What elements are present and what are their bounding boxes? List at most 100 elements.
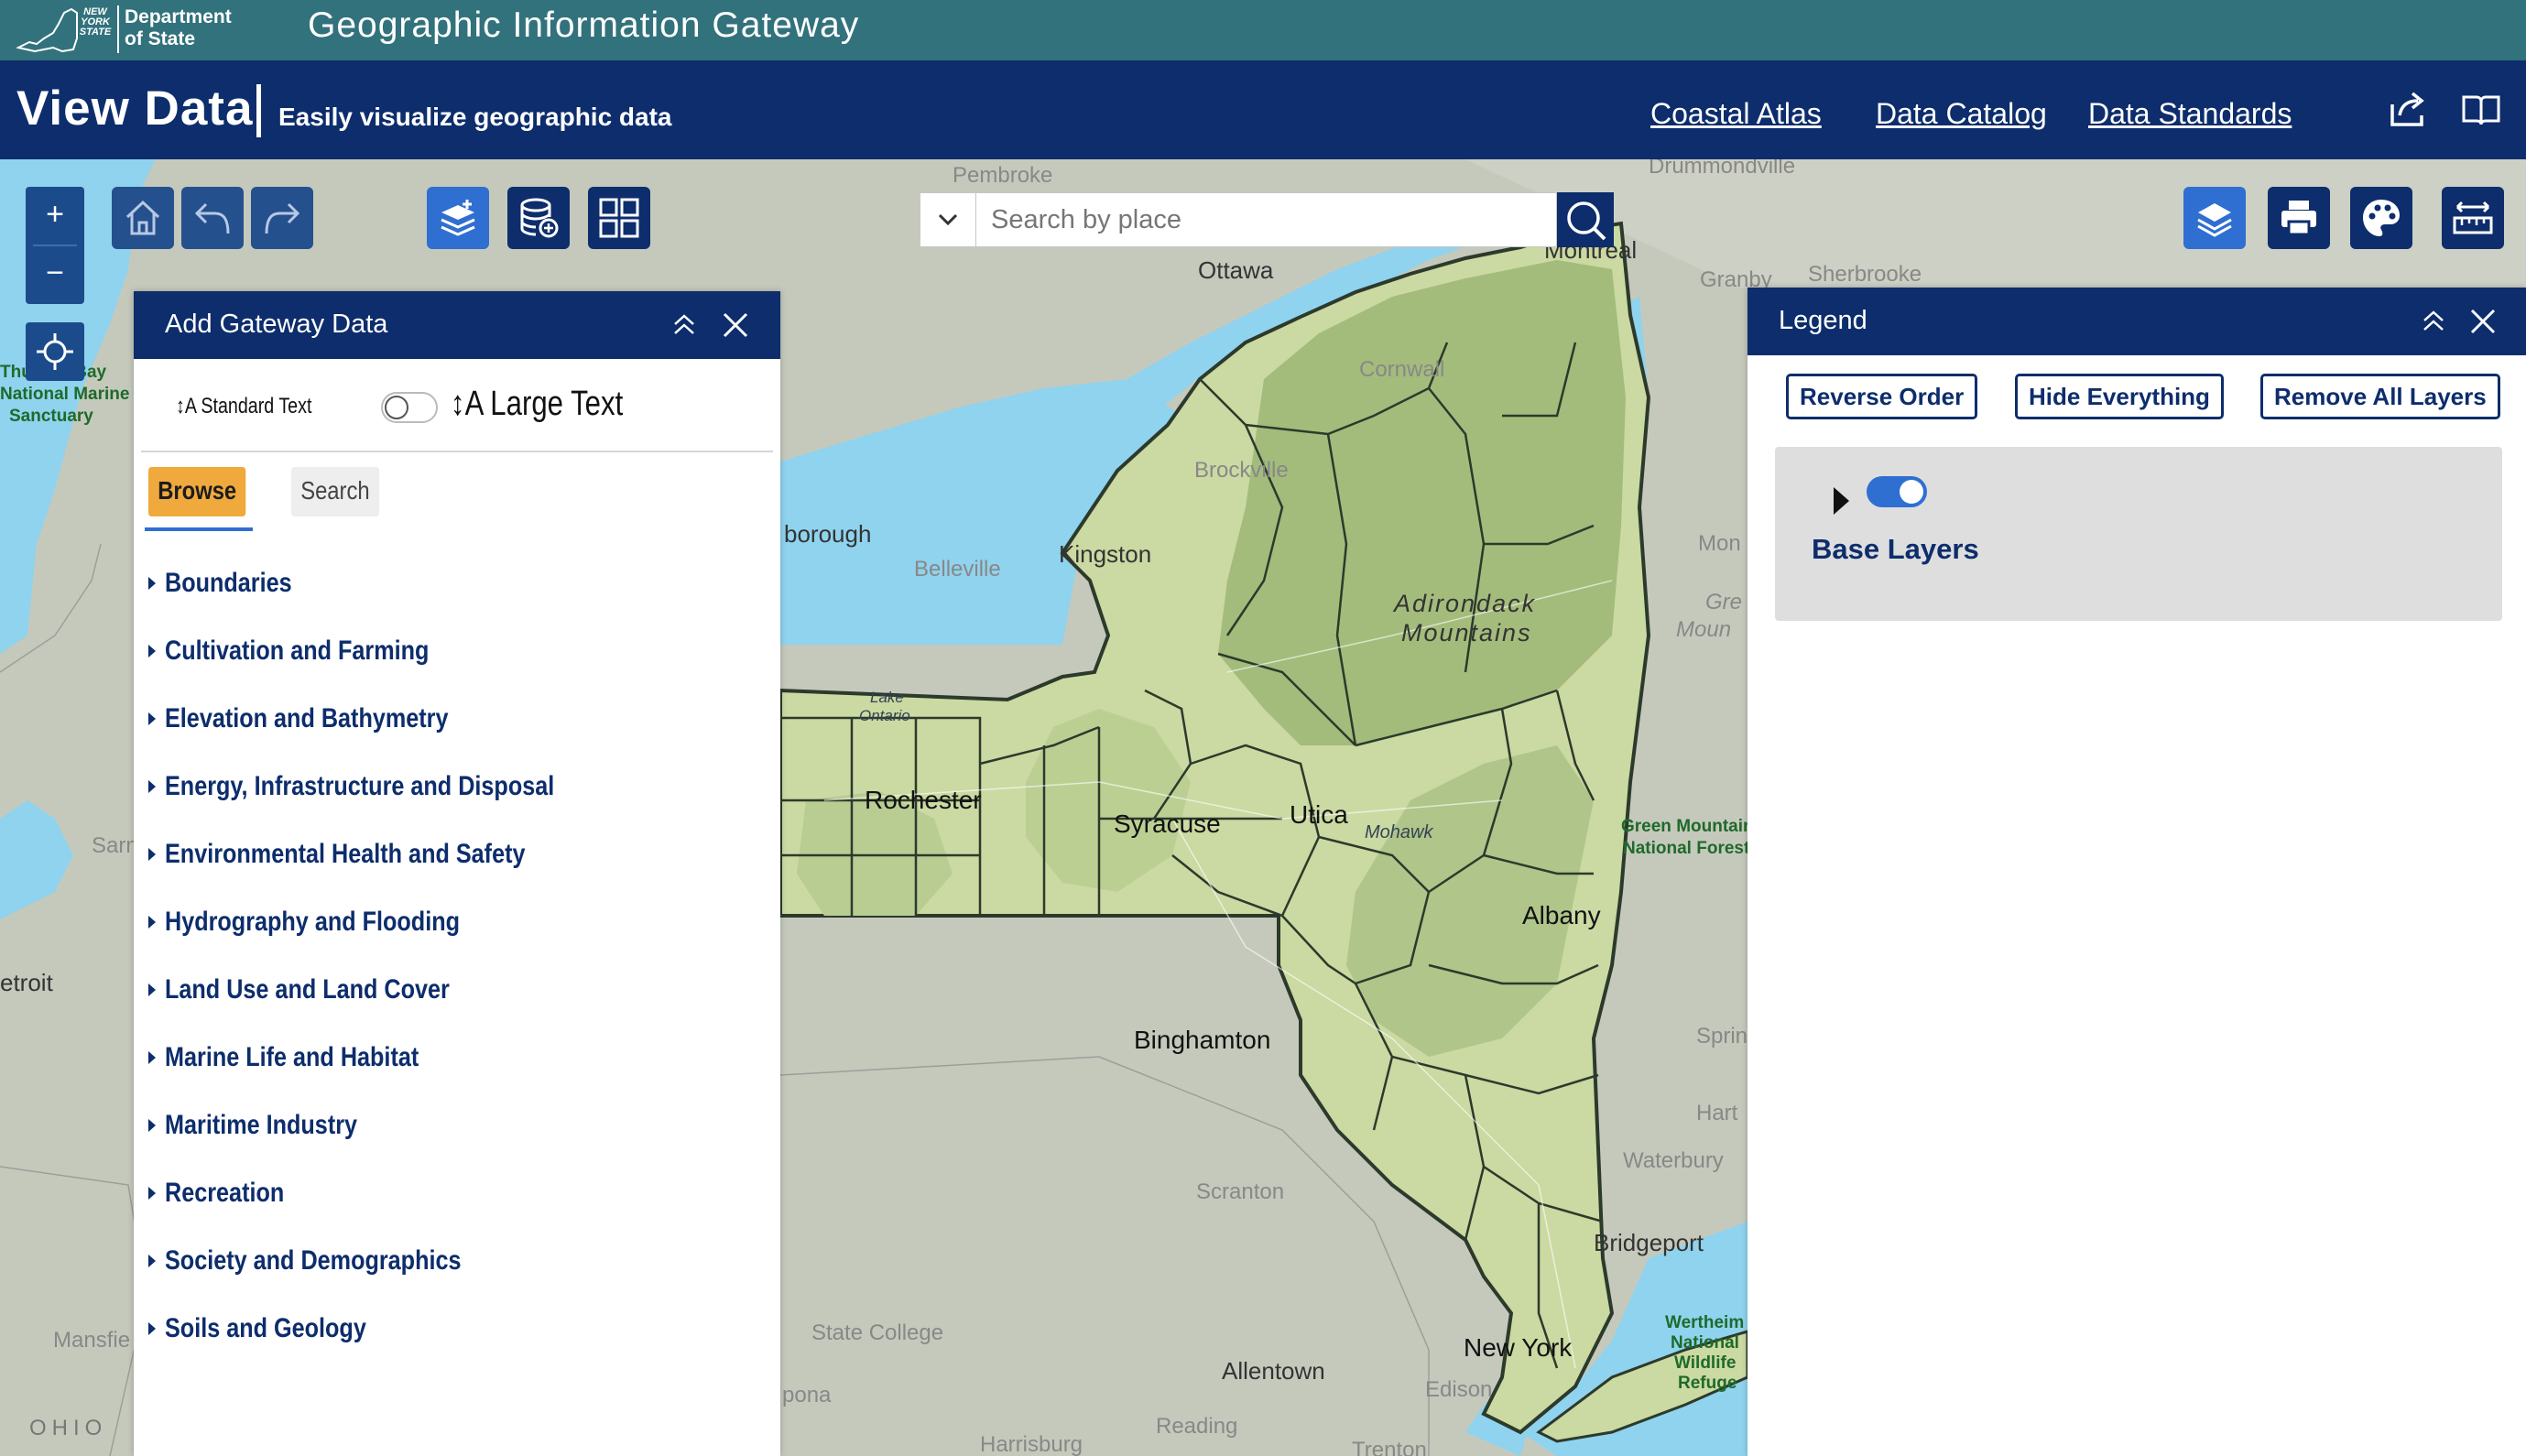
map-label-wertheim-wildlife: Wildlife	[1674, 1353, 1737, 1373]
logo-dept-line2: of State	[125, 28, 196, 49]
gateway-title: Geographic Information Gateway	[308, 5, 860, 45]
category-soils-geology[interactable]: Soils and Geology	[148, 1295, 753, 1363]
share-icon[interactable]	[2387, 88, 2429, 130]
search-source-dropdown[interactable]	[920, 192, 976, 247]
logo-dept-line1: Department	[125, 6, 232, 27]
category-recreation[interactable]: Recreation	[148, 1159, 753, 1227]
top-banner: NEW YORK STATE Department of State Geogr…	[0, 0, 2526, 60]
chevron-down-icon	[938, 213, 958, 226]
tab-browse[interactable]: Browse	[148, 467, 246, 516]
search-input[interactable]	[976, 192, 1557, 247]
add-database-button[interactable]	[507, 187, 570, 249]
tab-search[interactable]: Search	[291, 467, 379, 516]
large-text-label: ↕A Large Text	[451, 385, 624, 423]
nav-data-standards[interactable]: Data Standards	[2088, 97, 2292, 131]
add-layers-icon	[441, 200, 475, 236]
collapse-legend-button[interactable]	[2418, 306, 2449, 337]
page-title: View Data	[16, 81, 254, 136]
category-label: Society and Demographics	[165, 1245, 462, 1276]
map-label-binghamton: Binghamton	[1134, 1026, 1271, 1054]
hide-everything-button[interactable]: Hide Everything	[2015, 374, 2224, 419]
category-marine-life[interactable]: Marine Life and Habitat	[148, 1024, 753, 1092]
caret-right-icon	[148, 916, 156, 929]
layers-button[interactable]	[2183, 187, 2246, 249]
category-list: Boundaries Cultivation and Farming Eleva…	[148, 549, 753, 1363]
map-label-sanctuary: Sanctuary	[9, 407, 93, 426]
map-label-adirondack: Adirondack	[1394, 590, 1537, 617]
double-chevron-up-icon	[674, 314, 694, 334]
text-size-toggle-row: ↕A Standard Text ↕A Large Text	[176, 383, 725, 429]
measure-button[interactable]	[2442, 187, 2504, 249]
map-label-rochester: Rochester	[865, 786, 982, 814]
map-label-wertheim-national: National	[1671, 1333, 1739, 1353]
map-label-albany: Albany	[1522, 901, 1601, 929]
search-icon	[1567, 201, 1606, 241]
category-society-demographics[interactable]: Society and Demographics	[148, 1227, 753, 1295]
undo-icon	[194, 202, 230, 234]
map-label-waterbury: Waterbury	[1623, 1148, 1724, 1173]
search-button[interactable]	[1557, 192, 1614, 247]
category-label: Maritime Industry	[165, 1110, 358, 1140]
grid-view-button[interactable]	[588, 187, 650, 249]
base-layers-visibility-toggle[interactable]	[1867, 476, 1927, 507]
map-label-new-york: New York	[1464, 1333, 1573, 1362]
category-label: Cultivation and Farming	[165, 636, 430, 666]
home-button[interactable]	[112, 187, 174, 249]
print-button[interactable]	[2268, 187, 2330, 249]
text-size-toggle[interactable]	[381, 392, 438, 423]
basemap-style-button[interactable]	[2350, 187, 2412, 249]
category-label: Environmental Health and Safety	[165, 839, 526, 869]
category-label: Marine Life and Habitat	[165, 1042, 419, 1072]
category-label: Energy, Infrastructure and Disposal	[165, 771, 555, 801]
category-label: Hydrography and Flooding	[165, 907, 460, 937]
logo-state-text: NEW YORK STATE	[79, 6, 112, 38]
double-chevron-up-icon	[2423, 310, 2444, 331]
zoom-in-button[interactable]: +	[26, 187, 84, 245]
category-cultivation-farming[interactable]: Cultivation and Farming	[148, 617, 753, 685]
page-subtitle: Easily visualize geographic data	[278, 103, 672, 131]
add-layers-button[interactable]	[427, 187, 489, 249]
map-label-national-marine: National Marine	[0, 385, 130, 404]
category-hydrography-flooding[interactable]: Hydrography and Flooding	[148, 888, 753, 956]
category-environmental-health[interactable]: Environmental Health and Safety	[148, 820, 753, 888]
nav-data-catalog[interactable]: Data Catalog	[1876, 97, 2047, 131]
undo-button[interactable]	[181, 187, 244, 249]
reverse-order-button[interactable]: Reverse Order	[1786, 374, 1978, 419]
map-label-borough: borough	[784, 520, 872, 548]
collapse-panel-button[interactable]	[669, 310, 700, 341]
category-label: Boundaries	[165, 568, 292, 598]
category-maritime-industry[interactable]: Maritime Industry	[148, 1092, 753, 1159]
map-label-hart: Hart	[1696, 1101, 1738, 1125]
redo-button[interactable]	[251, 187, 313, 249]
zoom-out-button[interactable]: −	[26, 245, 84, 304]
legend-panel-header: Legend	[1748, 288, 2526, 355]
caret-right-icon	[148, 780, 156, 793]
map-label-sherbrooke: Sherbrooke	[1808, 262, 1922, 287]
add-data-panel: Add Gateway Data ↕A Standard Text ↕A Lar…	[134, 291, 780, 1456]
map-label-mohawk: Mohawk	[1365, 822, 1433, 842]
add-database-icon	[520, 198, 559, 238]
category-energy-infrastructure[interactable]: Energy, Infrastructure and Disposal	[148, 753, 753, 820]
crosshair-icon	[37, 333, 73, 370]
close-panel-button[interactable]	[720, 310, 751, 341]
zoom-control: + −	[26, 187, 84, 304]
map-label-pembroke: Pembroke	[953, 163, 1053, 188]
palette-icon	[2363, 200, 2400, 236]
locate-button[interactable]	[26, 322, 84, 381]
active-tab-indicator	[145, 527, 253, 531]
ny-state-logo[interactable]: NEW YORK STATE Department of State	[16, 4, 236, 55]
map-label-scranton: Scranton	[1196, 1179, 1285, 1204]
close-legend-button[interactable]	[2467, 306, 2499, 337]
book-icon[interactable]	[2460, 88, 2502, 130]
map-label-mansfie: Mansfie	[53, 1328, 131, 1353]
category-land-use[interactable]: Land Use and Land Cover	[148, 956, 753, 1024]
remove-all-layers-button[interactable]: Remove All Layers	[2260, 374, 2500, 419]
caret-right-icon	[148, 983, 156, 996]
nav-coastal-atlas[interactable]: Coastal Atlas	[1650, 97, 1822, 131]
map-label-moun: Moun	[1676, 617, 1732, 642]
expand-arrow-icon[interactable]	[1834, 487, 1849, 515]
category-boundaries[interactable]: Boundaries	[148, 549, 753, 617]
category-elevation-bathymetry[interactable]: Elevation and Bathymetry	[148, 685, 753, 753]
redo-icon	[265, 202, 300, 234]
caret-right-icon	[148, 848, 156, 861]
